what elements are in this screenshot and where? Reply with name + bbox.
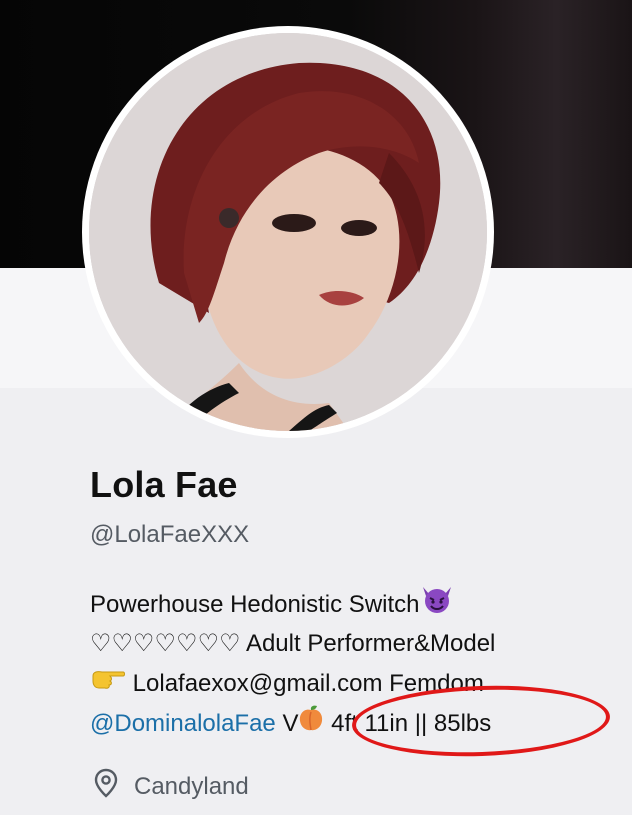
bio-line-4-v: V [275, 710, 299, 737]
peach-icon [298, 704, 324, 745]
bio-line-2: ♡♡♡♡♡♡♡ Adult Performer&Model [90, 624, 610, 664]
profile-avatar[interactable] [82, 26, 494, 438]
avatar-photo [89, 33, 487, 431]
bio-line-1: Powerhouse Hedonistic Switch [90, 584, 610, 624]
smiling-devil-icon [420, 584, 454, 627]
bio-hearts: ♡♡♡♡♡♡♡ [90, 630, 241, 657]
avatar-portrait-illustration [89, 33, 487, 431]
location-text: Candyland [134, 772, 249, 800]
bio-mention-link[interactable]: @DominalolaFae [90, 710, 276, 737]
profile-handle[interactable]: @LolaFaeXXX [90, 521, 249, 549]
bio-line-1-text: Powerhouse Hedonistic Switch [90, 590, 420, 618]
location-pin-icon [92, 768, 120, 805]
profile-location: Candyland [92, 768, 249, 805]
pointing-hand-icon [90, 665, 126, 705]
bio-line-2-text: Adult Performer&Model [240, 630, 496, 657]
profile-page: Lola Fae @LolaFaeXXX Powerhouse Hedonist… [0, 0, 632, 815]
profile-name: Lola Fae [90, 464, 238, 505]
